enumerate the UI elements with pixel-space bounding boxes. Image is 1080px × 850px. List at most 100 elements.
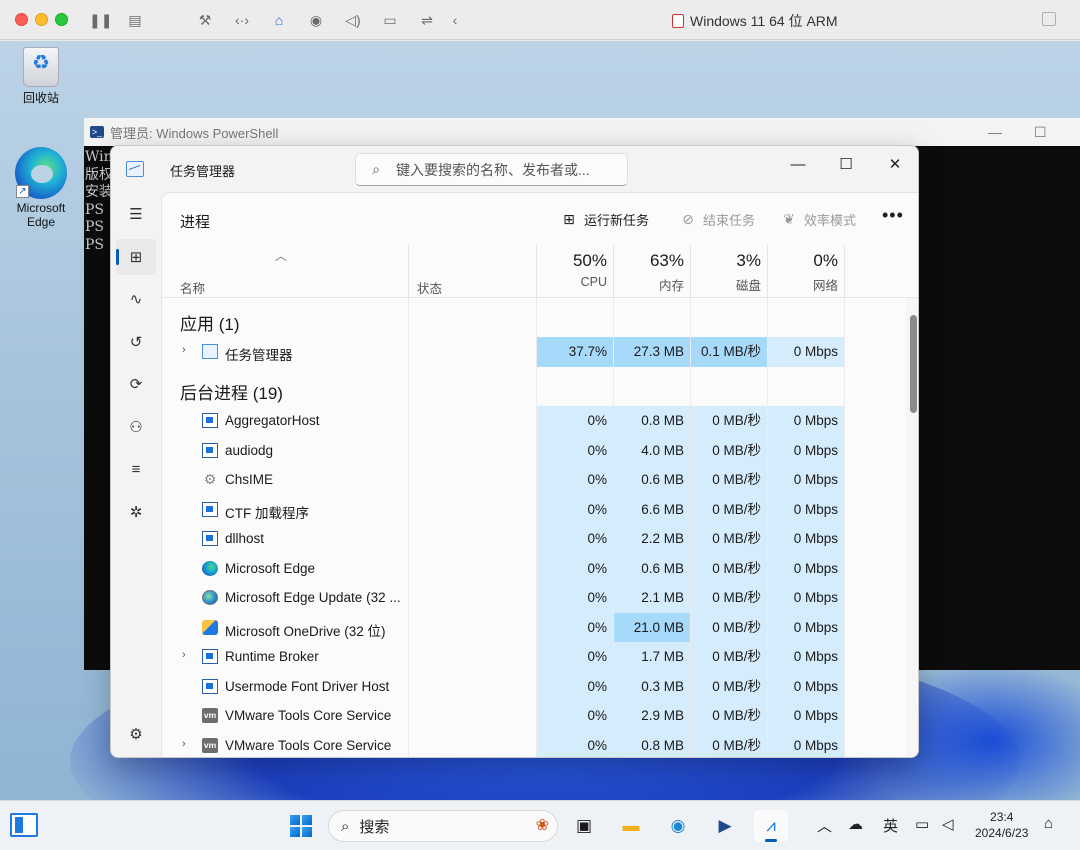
column-header-disk[interactable]: 3% 磁盘	[685, 251, 761, 294]
process-name: VMware Tools Core Service	[225, 737, 392, 753]
network-cell: 0 Mbps	[768, 337, 844, 367]
desktop-icon-recycle-bin[interactable]: 回收站	[6, 47, 76, 105]
memory-total: 63%	[649, 251, 684, 270]
show-hidden-icons-chevron-up-icon[interactable]: ︿	[817, 815, 832, 836]
nav-services-icon[interactable]: ✲	[116, 494, 156, 530]
task-manager-window[interactable]: 任务管理器 ⌕ — ☐ ✕ ☰ ⊞ ∿ ↺ ⟳ ⚇ ≡ ✲ ⚙ 进程 ⊞ 运行新…	[110, 145, 919, 758]
task-manager-taskbar-icon[interactable]: ⩘	[754, 810, 788, 842]
efficiency-mode-button[interactable]: ❦ 效率模式	[780, 210, 856, 229]
process-row[interactable]: Microsoft Edge Update (32 ... 0% 2.1 MB 0 M…	[162, 583, 894, 613]
search-input[interactable]	[396, 161, 616, 178]
file-explorer-icon[interactable]: ▬	[614, 810, 648, 842]
camera-icon[interactable]: ◉	[307, 11, 325, 29]
process-row[interactable]: audiodg 0% 4.0 MB 0 MB/秒 0 Mbps	[162, 435, 894, 465]
process-row[interactable]: Microsoft Edge 0% 0.6 MB 0 MB/秒 0 Mbps	[162, 553, 894, 583]
notification-bell-icon[interactable]: ⌂	[1044, 815, 1053, 832]
snapshot-icon[interactable]: ▤	[126, 11, 144, 29]
nav-details-icon[interactable]: ≡	[116, 451, 156, 487]
wrench-icon[interactable]: ⚒	[196, 11, 214, 29]
clock-date: 2024/6/23	[975, 826, 1029, 840]
minimize-button[interactable]: —	[775, 150, 821, 180]
nav-processes-icon[interactable]: ⊞	[116, 239, 156, 275]
onedrive-icon	[202, 619, 218, 635]
process-row[interactable]: Microsoft OneDrive (32 位) 0% 21.0 MB 0 MB/秒…	[162, 612, 894, 642]
process-row[interactable]: vm VMware Tools Core Service 0% 2.9 MB 0 MB/…	[162, 701, 894, 731]
nav-startup-apps-icon[interactable]: ⟳	[116, 366, 156, 402]
memory-cell: 0.6 MB	[614, 553, 690, 583]
powershell-taskbar-icon[interactable]: ▶	[708, 810, 742, 842]
network-total: 0%	[813, 251, 838, 270]
vm-icon	[672, 14, 684, 28]
app-window-icon	[202, 531, 218, 546]
process-row[interactable]: AggregatorHost 0% 0.8 MB 0 MB/秒 0 Mbps	[162, 406, 894, 436]
column-header-cpu[interactable]: 50% CPU	[531, 251, 607, 289]
disk-cell: 0 MB/秒	[691, 612, 767, 642]
disk-icon[interactable]: ⌂	[270, 11, 288, 29]
nav-performance-icon[interactable]: ∿	[116, 281, 156, 317]
video-icon[interactable]: ▭	[381, 11, 399, 29]
task-view-icon[interactable]: ▣	[567, 810, 601, 842]
clock[interactable]: 23:4 2024/6/23	[975, 809, 1028, 841]
process-row[interactable]: CTF 加载程序 0% 6.6 MB 0 MB/秒 0 Mbps	[162, 494, 894, 524]
pause-icon[interactable]: ❚❚	[89, 11, 112, 29]
cpu-cell: 0%	[537, 553, 613, 583]
maximize-icon[interactable]: ☐	[1034, 124, 1047, 141]
scrollbar[interactable]	[906, 298, 918, 757]
cpu-cell: 0%	[537, 730, 613, 757]
process-row[interactable]: Usermode Font Driver Host 0% 0.3 MB 0 MB/秒 0…	[162, 671, 894, 701]
minimize-icon[interactable]: —	[988, 124, 1002, 140]
close-window-button[interactable]	[15, 13, 28, 26]
fullscreen-icon[interactable]	[1042, 12, 1056, 26]
start-button[interactable]	[284, 810, 318, 842]
process-row[interactable]: › Runtime Broker 0% 1.7 MB 0 MB/秒 0 Mbps	[162, 642, 894, 672]
cpu-cell: 0%	[537, 406, 613, 436]
scrollbar-thumb[interactable]	[910, 315, 917, 413]
minimize-window-button[interactable]	[35, 13, 48, 26]
expand-chevron-icon[interactable]: ›	[182, 344, 186, 356]
close-button[interactable]: ✕	[872, 150, 918, 180]
edge-taskbar-icon[interactable]: ◉	[661, 810, 695, 842]
powershell-icon: >_	[90, 126, 104, 138]
settings-gear-icon[interactable]: ⚙	[116, 716, 156, 752]
nav-app-history-icon[interactable]: ↺	[116, 324, 156, 360]
cpu-cell: 37.7%	[537, 337, 613, 367]
maximize-button[interactable]: ☐	[823, 150, 869, 180]
expand-chevron-icon[interactable]: ›	[182, 649, 186, 661]
cpu-cell: 0%	[537, 465, 613, 495]
display-icon[interactable]: ▭	[915, 815, 929, 833]
column-header-status[interactable]: 状态	[417, 278, 442, 297]
column-header-name[interactable]: 名称	[180, 278, 205, 297]
more-options-button[interactable]: •••	[882, 205, 904, 226]
run-new-task-button[interactable]: ⊞ 运行新任务	[560, 210, 649, 229]
process-row[interactable]: ⚙ ChsIME 0% 0.6 MB 0 MB/秒 0 Mbps	[162, 465, 894, 495]
network-cloud-icon[interactable]: ☁	[848, 815, 863, 833]
disk-cell: 0 MB/秒	[691, 701, 767, 731]
code-arrows-icon[interactable]: ‹·›	[233, 11, 251, 29]
speaker-icon[interactable]: ◁)	[344, 11, 362, 29]
process-name: dllhost	[225, 531, 265, 546]
end-task-button[interactable]: ⊘ 结束任务	[679, 210, 755, 229]
search-box[interactable]: ⌕	[355, 153, 628, 186]
taskbar-search[interactable]: ⌕ 搜索 ❀	[328, 810, 558, 842]
desktop-icon-edge[interactable]: ↗ Microsoft Edge	[6, 147, 76, 229]
chevron-left-icon[interactable]: ‹	[446, 11, 464, 29]
nav-users-icon[interactable]: ⚇	[116, 409, 156, 445]
process-row[interactable]: › vm VMware Tools Core Service 0% 0.8 MB 0 MB…	[162, 730, 894, 757]
usb-icon[interactable]: ⇌	[418, 11, 436, 29]
zoom-window-button[interactable]	[55, 13, 68, 26]
memory-cell: 0.3 MB	[614, 671, 690, 701]
widgets-icon[interactable]	[10, 813, 38, 837]
cpu-total: 50%	[572, 251, 607, 270]
process-name: ChsIME	[225, 472, 274, 487]
ime-indicator[interactable]: 英	[883, 815, 898, 836]
process-row[interactable]: dllhost 0% 2.2 MB 0 MB/秒 0 Mbps	[162, 524, 894, 554]
column-header-memory[interactable]: 63% 内存	[608, 251, 684, 294]
hamburger-menu-icon[interactable]: ☰	[116, 196, 156, 232]
cpu-cell: 0%	[537, 494, 613, 524]
task-manager-icon	[202, 344, 218, 359]
volume-icon[interactable]: ◁	[942, 815, 954, 833]
process-row[interactable]: › 任务管理器 37.7% 27.3 MB 0.1 MB/秒 0 Mbps	[162, 337, 894, 367]
expand-chevron-icon[interactable]: ›	[182, 738, 186, 750]
column-divider	[408, 245, 409, 297]
column-header-network[interactable]: 0% 网络	[762, 251, 838, 294]
